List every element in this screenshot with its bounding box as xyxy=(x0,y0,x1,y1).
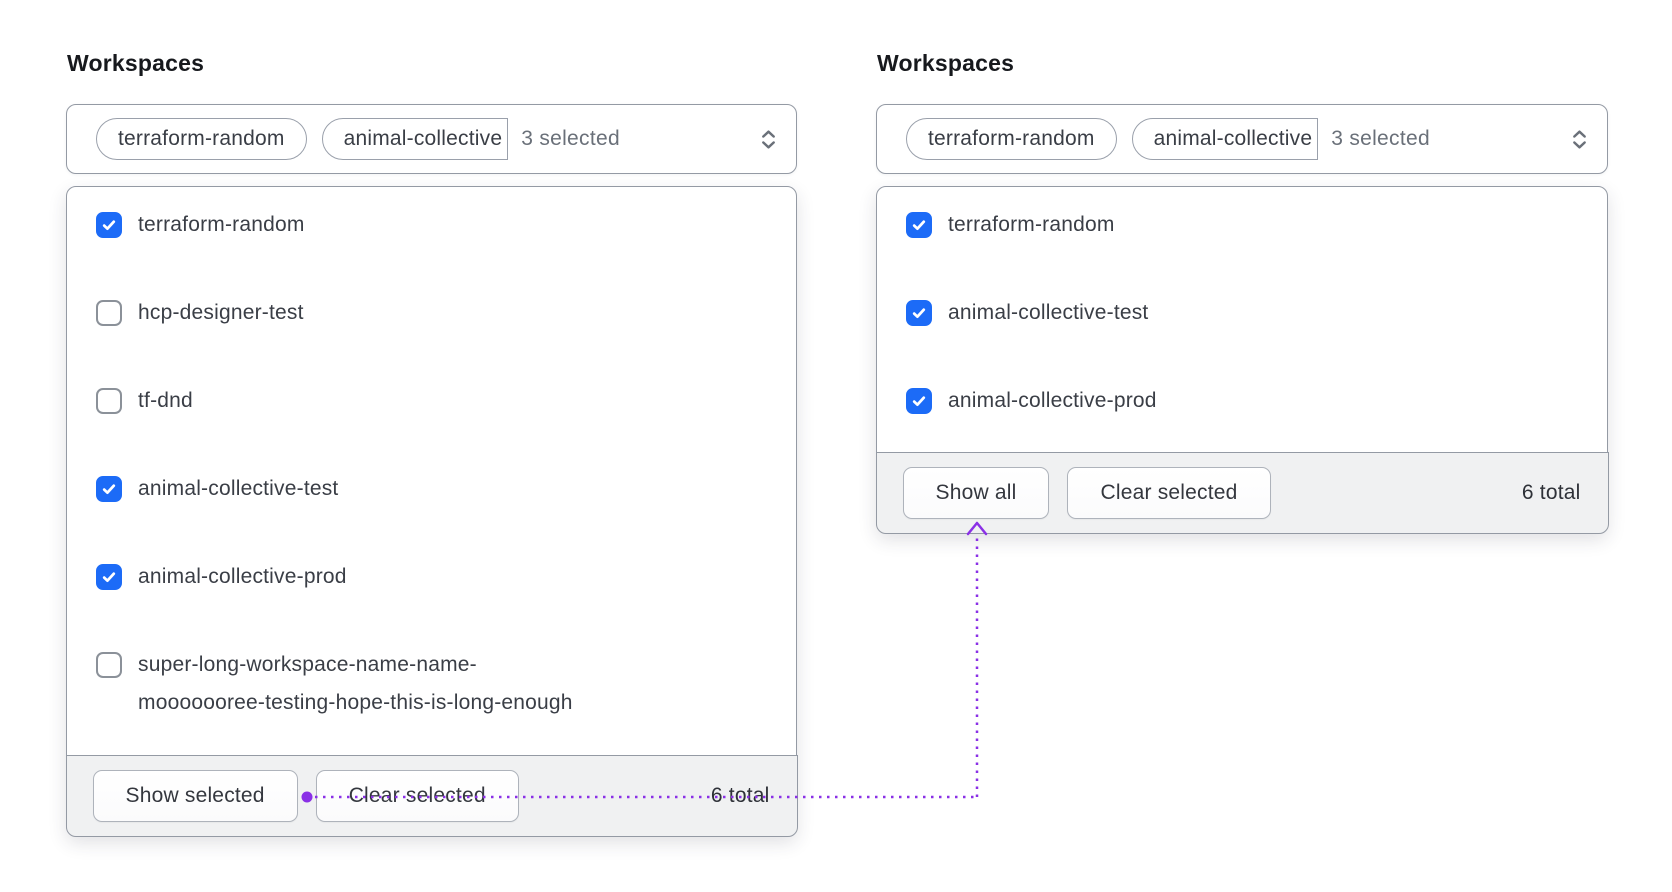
workspace-option-row[interactable]: super-long-workspace-name-name- moooooor… xyxy=(96,646,766,722)
selected-count-label: 3 selected xyxy=(521,127,620,150)
right-panel-title: Workspaces xyxy=(877,50,1015,76)
workspace-option-label: animal-collective-test xyxy=(948,301,1149,324)
workspace-option-row[interactable]: tf-dnd xyxy=(96,382,766,420)
workspace-option-row[interactable]: animal-collective-test xyxy=(906,294,1577,332)
unfold-chevron-icon xyxy=(757,128,780,151)
clear-selected-button[interactable]: Clear selected xyxy=(1067,466,1271,519)
selected-pill-terraform-random[interactable]: terraform-random xyxy=(96,118,307,160)
left-panel-title: Workspaces xyxy=(67,50,205,76)
left-workspace-options: terraform-random hcp-designer-test tf-dn… xyxy=(67,187,796,722)
workspace-checkbox[interactable] xyxy=(96,564,122,590)
workspace-option-row[interactable]: terraform-random xyxy=(906,206,1577,244)
checkmark-icon xyxy=(102,484,116,495)
right-workspaces-dropdown: terraform-random animal-collective-test xyxy=(875,186,1609,534)
workspace-option-label: hcp-designer-test xyxy=(138,301,304,324)
workspace-option-label: terraform-random xyxy=(948,213,1115,236)
workspace-checkbox[interactable] xyxy=(96,212,122,238)
workspace-option-label: animal-collective-prod xyxy=(948,389,1157,412)
workspace-checkbox[interactable] xyxy=(906,300,932,326)
selected-pill-animal-collective[interactable]: animal-collective xyxy=(321,118,509,160)
checkmark-icon xyxy=(102,572,116,583)
workspace-checkbox[interactable] xyxy=(96,300,122,326)
checkmark-icon xyxy=(102,220,116,231)
right-workspace-options: terraform-random animal-collective-test xyxy=(877,187,1607,420)
show-all-button[interactable]: Show all xyxy=(902,466,1050,519)
unfold-chevron-icon xyxy=(1568,128,1591,151)
checkmark-icon xyxy=(912,308,926,319)
workspace-option-label: super-long-workspace-name-name- moooooor… xyxy=(138,653,573,714)
right-workspaces-selector[interactable]: terraform-random animal-collective 3 sel… xyxy=(876,104,1608,174)
left-dropdown-footer: Show selected Clear selected 6 total xyxy=(65,754,798,837)
workspace-option-label: animal-collective-test xyxy=(138,477,339,500)
workspace-option-row[interactable]: terraform-random xyxy=(96,206,766,244)
show-selected-button[interactable]: Show selected xyxy=(92,769,298,822)
left-workspaces-selector[interactable]: terraform-random animal-collective 3 sel… xyxy=(66,104,797,174)
workspace-checkbox[interactable] xyxy=(96,388,122,414)
selected-pill-terraform-random[interactable]: terraform-random xyxy=(906,118,1117,160)
workspace-option-label: animal-collective-prod xyxy=(138,565,347,588)
workspace-option-row[interactable]: hcp-designer-test xyxy=(96,294,766,332)
selected-pill-animal-collective[interactable]: animal-collective xyxy=(1131,118,1319,160)
workspaces-multiselect-comparison: Workspaces terraform-random animal-colle… xyxy=(0,0,1672,892)
workspace-option-row[interactable]: animal-collective-prod xyxy=(96,558,766,596)
checkmark-icon xyxy=(912,220,926,231)
right-dropdown-footer: Show all Clear selected 6 total xyxy=(875,451,1609,534)
workspace-checkbox[interactable] xyxy=(906,212,932,238)
workspace-checkbox[interactable] xyxy=(96,652,122,678)
workspace-checkbox[interactable] xyxy=(96,476,122,502)
checkmark-icon xyxy=(912,396,926,407)
workspace-option-row[interactable]: animal-collective-prod xyxy=(906,382,1577,420)
left-workspaces-dropdown: terraform-random hcp-designer-test tf-dn… xyxy=(65,186,798,837)
workspace-option-label: terraform-random xyxy=(138,213,305,236)
workspace-option-label: tf-dnd xyxy=(138,389,193,412)
workspace-checkbox[interactable] xyxy=(906,388,932,414)
selected-count-label: 3 selected xyxy=(1331,127,1430,150)
workspace-option-row[interactable]: animal-collective-test xyxy=(96,470,766,508)
total-count-label: 6 total xyxy=(710,783,770,807)
total-count-label: 6 total xyxy=(1521,480,1581,504)
clear-selected-button[interactable]: Clear selected xyxy=(315,769,519,822)
